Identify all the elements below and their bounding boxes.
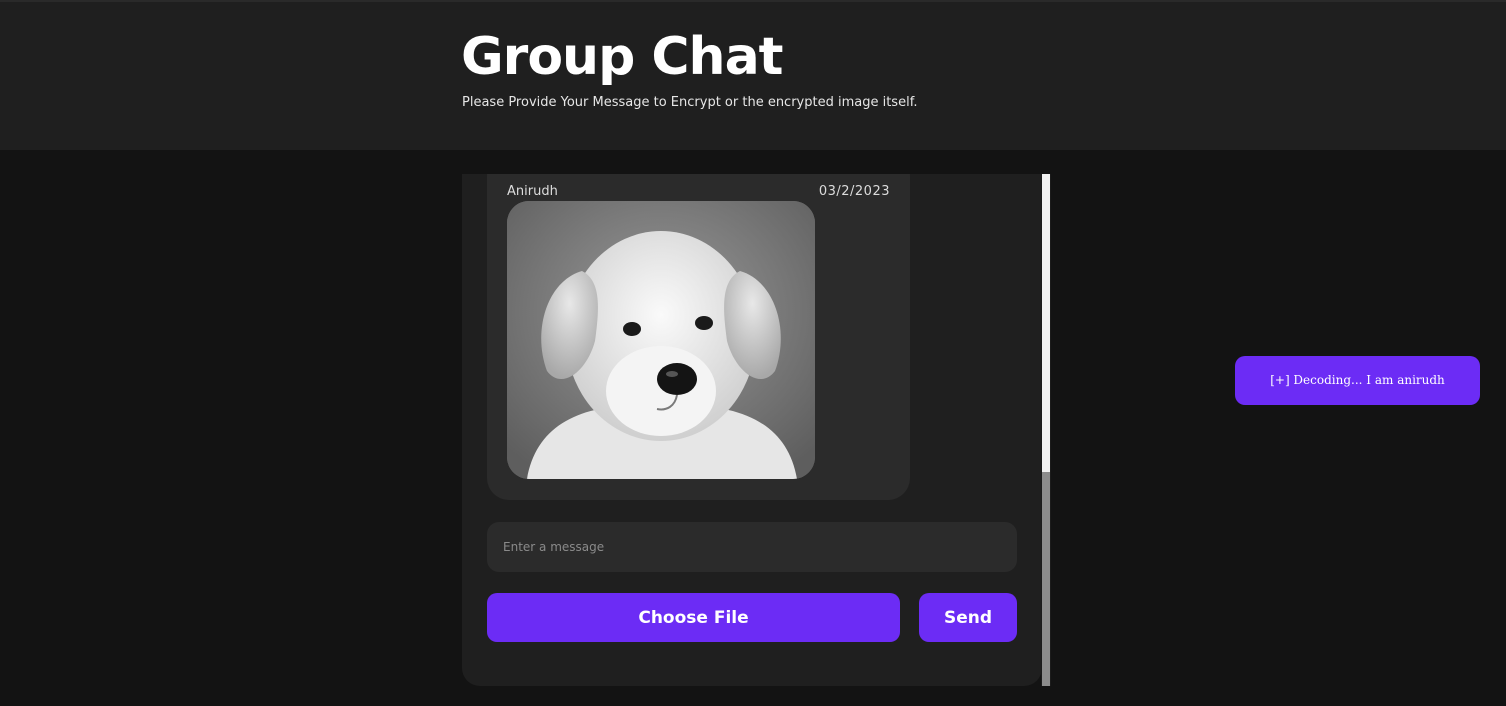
message-image[interactable] <box>507 201 815 479</box>
scrollbar-thumb[interactable] <box>1042 174 1050 472</box>
puppy-photo-icon <box>507 201 815 479</box>
message-date: 03/2/2023 <box>818 184 890 199</box>
message-sender: Anirudh <box>507 184 558 199</box>
choose-file-button[interactable]: Choose File <box>487 593 900 642</box>
message-input[interactable] <box>487 522 1017 572</box>
page-subtitle: Please Provide Your Message to Encrypt o… <box>462 95 918 110</box>
chat-scrollbar[interactable] <box>1041 174 1051 686</box>
decode-status-badge: [+] Decoding... I am anirudh <box>1235 356 1480 405</box>
chat-panel: Anirudh 03/2/2023 Enter a message Choose… <box>462 174 1042 686</box>
send-button[interactable]: Send <box>919 593 1017 642</box>
message-card: Anirudh 03/2/2023 <box>487 174 910 500</box>
page-header: Group Chat Please Provide Your Message t… <box>0 0 1506 150</box>
page-title: Group Chat <box>461 27 784 87</box>
